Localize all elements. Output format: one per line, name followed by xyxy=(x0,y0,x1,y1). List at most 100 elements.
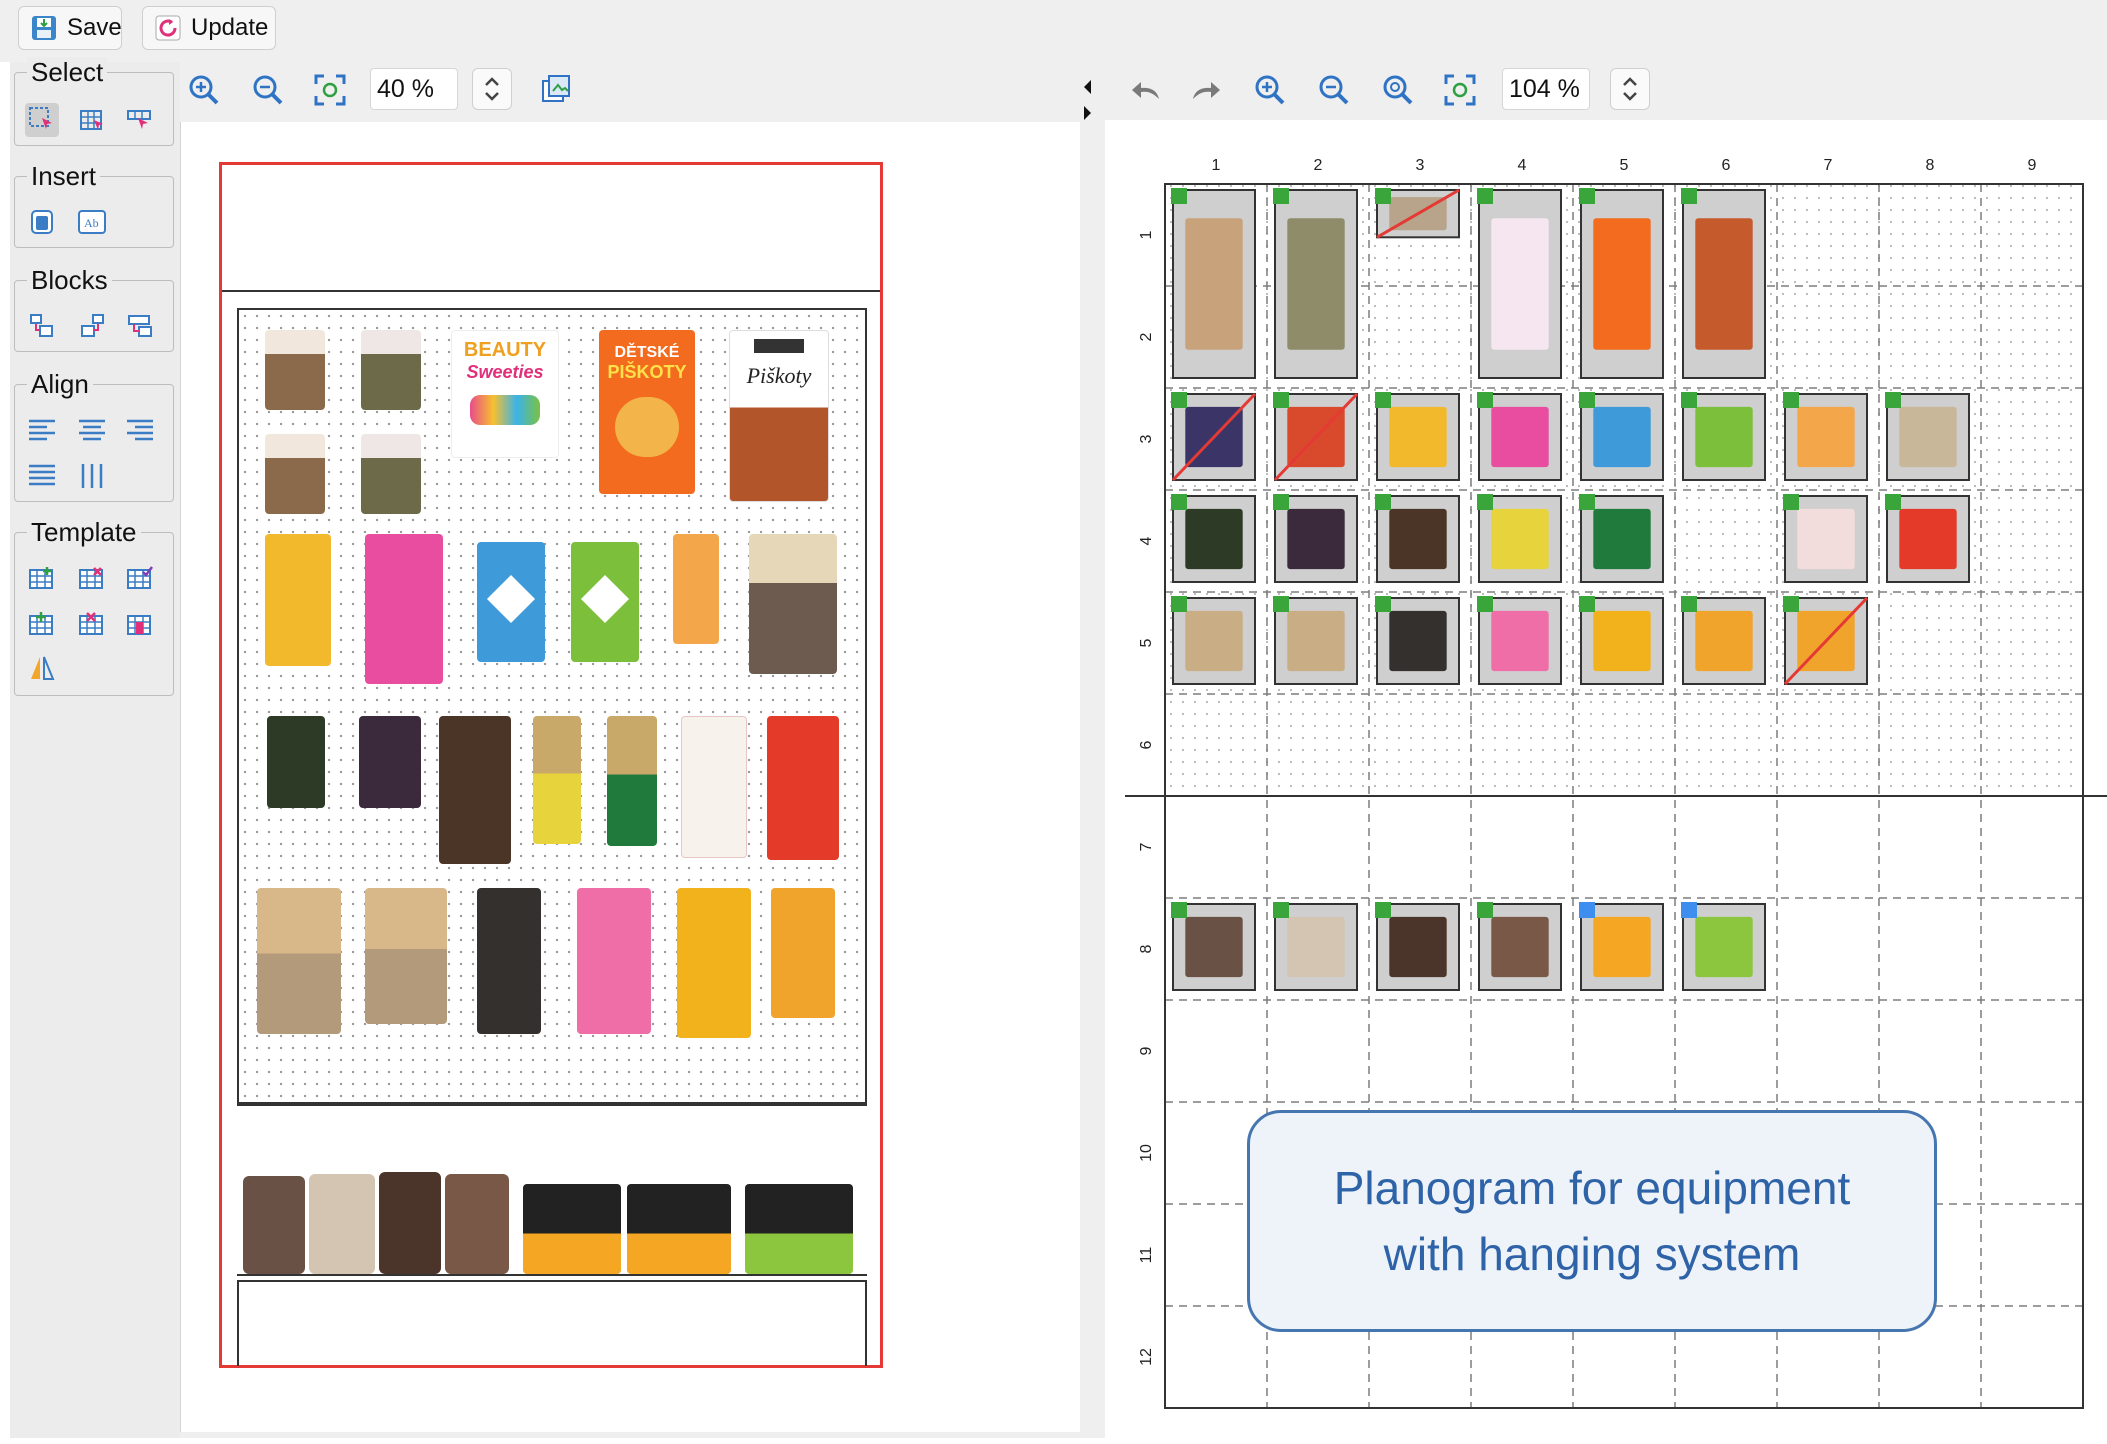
planogram-slot[interactable] xyxy=(1477,188,1562,379)
collapse-arrows-icon[interactable] xyxy=(1080,76,1096,126)
shelf[interactable] xyxy=(237,1274,867,1282)
product-cookie-bag[interactable] xyxy=(361,434,421,514)
zoom-out-icon[interactable] xyxy=(1314,70,1354,110)
planogram-slot[interactable] xyxy=(1579,596,1664,685)
product-pouch[interactable] xyxy=(257,888,341,1034)
product-pouch[interactable] xyxy=(365,888,447,1024)
planogram-slot[interactable] xyxy=(1783,392,1868,481)
template-remove-column-icon[interactable] xyxy=(75,607,109,641)
product-candy-bag[interactable] xyxy=(771,888,835,1018)
planogram-slot[interactable] xyxy=(1477,596,1562,685)
product-chocolate-bag[interactable] xyxy=(359,716,421,808)
product-beauty-sweeties[interactable]: BEAUTY Sweeties xyxy=(451,330,559,458)
planogram-slot[interactable] xyxy=(1681,392,1766,481)
zoom-out-icon[interactable] xyxy=(248,70,288,110)
block-insert-after-icon[interactable] xyxy=(75,309,109,343)
planogram-slot[interactable] xyxy=(1579,188,1664,379)
template-remove-row-icon[interactable] xyxy=(75,561,109,595)
product-cookie-bag[interactable] xyxy=(361,330,421,410)
planogram-slot[interactable] xyxy=(1273,494,1358,583)
planogram-slot[interactable] xyxy=(1273,188,1358,379)
product-chocolate-bar[interactable] xyxy=(533,716,581,844)
mirror-icon[interactable] xyxy=(25,651,59,685)
planogram-slot[interactable] xyxy=(1171,188,1256,379)
planogram-slot[interactable] xyxy=(1477,902,1562,991)
fit-to-screen-icon[interactable] xyxy=(310,70,350,110)
planogram-slot[interactable] xyxy=(1375,188,1460,239)
block-insert-before-icon[interactable] xyxy=(25,309,59,343)
product-pouch[interactable] xyxy=(749,534,837,674)
planogram-slot[interactable] xyxy=(1681,188,1766,379)
left-zoom-field[interactable]: 40 % xyxy=(370,68,458,110)
planogram-slot[interactable] xyxy=(1375,596,1460,685)
undo-icon[interactable] xyxy=(1126,70,1166,110)
planogram-slot[interactable] xyxy=(1375,392,1460,481)
zoom-actual-size-icon[interactable] xyxy=(1378,70,1418,110)
save-button[interactable]: Save xyxy=(18,6,122,50)
product-chocolate-bar[interactable] xyxy=(439,716,511,864)
product-canister[interactable] xyxy=(445,1174,509,1274)
planogram-slot[interactable] xyxy=(1171,392,1257,482)
product-candy-bag[interactable] xyxy=(577,888,651,1034)
fit-to-screen-icon[interactable] xyxy=(1440,70,1480,110)
distribute-vertical-icon[interactable] xyxy=(25,459,59,493)
align-center-icon[interactable] xyxy=(75,413,109,447)
product-piskoty[interactable]: Piškoty xyxy=(729,330,829,502)
product-chocolate-bag[interactable] xyxy=(267,716,325,808)
planogram-slot[interactable] xyxy=(1579,494,1664,583)
product-chocolate-bar[interactable] xyxy=(477,888,541,1034)
product-detske-piskoty[interactable]: DĚTSKÉ PIŠKOTY xyxy=(599,330,695,494)
product-snack-bag[interactable] xyxy=(767,716,839,860)
planogram-slot[interactable] xyxy=(1171,494,1256,583)
planogram-slot[interactable] xyxy=(1375,494,1460,583)
select-tool-grid-icon[interactable] xyxy=(75,103,109,137)
template-delete-icon[interactable] xyxy=(123,607,157,641)
product-canister[interactable] xyxy=(309,1174,375,1274)
product-chocolate-bar[interactable] xyxy=(607,716,657,846)
align-right-icon[interactable] xyxy=(123,413,157,447)
template-add-column-icon[interactable] xyxy=(25,607,59,641)
update-button[interactable]: Update xyxy=(142,6,276,50)
product-candy-bag[interactable] xyxy=(677,888,751,1038)
template-add-row-icon[interactable] xyxy=(25,561,59,595)
planogram-slot[interactable] xyxy=(1477,392,1562,481)
product-cookie-bag[interactable] xyxy=(265,330,325,410)
product-gift-box[interactable] xyxy=(627,1184,731,1274)
planogram-slot[interactable] xyxy=(1885,494,1970,583)
planogram-slot[interactable] xyxy=(1579,392,1664,481)
product-cookie-bag[interactable] xyxy=(265,434,325,514)
product-canister[interactable] xyxy=(243,1176,305,1274)
planogram-slot[interactable] xyxy=(1273,902,1358,991)
planogram-slot[interactable] xyxy=(1783,494,1868,583)
zoom-in-icon[interactable] xyxy=(184,70,224,110)
insert-product-icon[interactable] xyxy=(25,205,59,239)
planogram-slot[interactable] xyxy=(1681,902,1766,991)
product-tea-box[interactable] xyxy=(571,542,639,662)
planogram-slot[interactable] xyxy=(1375,902,1460,991)
planogram-slot[interactable] xyxy=(1783,596,1869,686)
product-canister[interactable] xyxy=(379,1172,441,1274)
product-tea-box[interactable] xyxy=(477,542,545,662)
planogram-slot[interactable] xyxy=(1273,392,1359,482)
right-zoom-stepper[interactable] xyxy=(1610,68,1650,110)
product-snack-bag[interactable] xyxy=(365,534,443,684)
product-gift-box[interactable] xyxy=(523,1184,621,1274)
planogram-slot[interactable] xyxy=(1171,902,1256,991)
insert-text-icon[interactable]: Ab xyxy=(75,205,109,239)
planogram-slot[interactable] xyxy=(1579,902,1664,991)
block-split-icon[interactable] xyxy=(123,309,157,343)
planogram-slot[interactable] xyxy=(1171,596,1256,685)
product-snack-bag[interactable] xyxy=(265,534,331,666)
align-left-icon[interactable] xyxy=(25,413,59,447)
product-snack-bag[interactable] xyxy=(673,534,719,644)
select-tool-row-icon[interactable] xyxy=(123,103,157,137)
select-tool-rect-icon[interactable] xyxy=(25,103,59,137)
product-gift-bag[interactable] xyxy=(681,716,747,858)
planogram-slot[interactable] xyxy=(1273,596,1358,685)
planogram-slot[interactable] xyxy=(1477,494,1562,583)
zoom-in-icon[interactable] xyxy=(1250,70,1290,110)
product-gift-box[interactable] xyxy=(745,1184,853,1274)
right-zoom-field[interactable]: 104 % xyxy=(1502,68,1590,110)
planogram-slot[interactable] xyxy=(1885,392,1970,481)
distribute-horizontal-icon[interactable] xyxy=(75,459,109,493)
